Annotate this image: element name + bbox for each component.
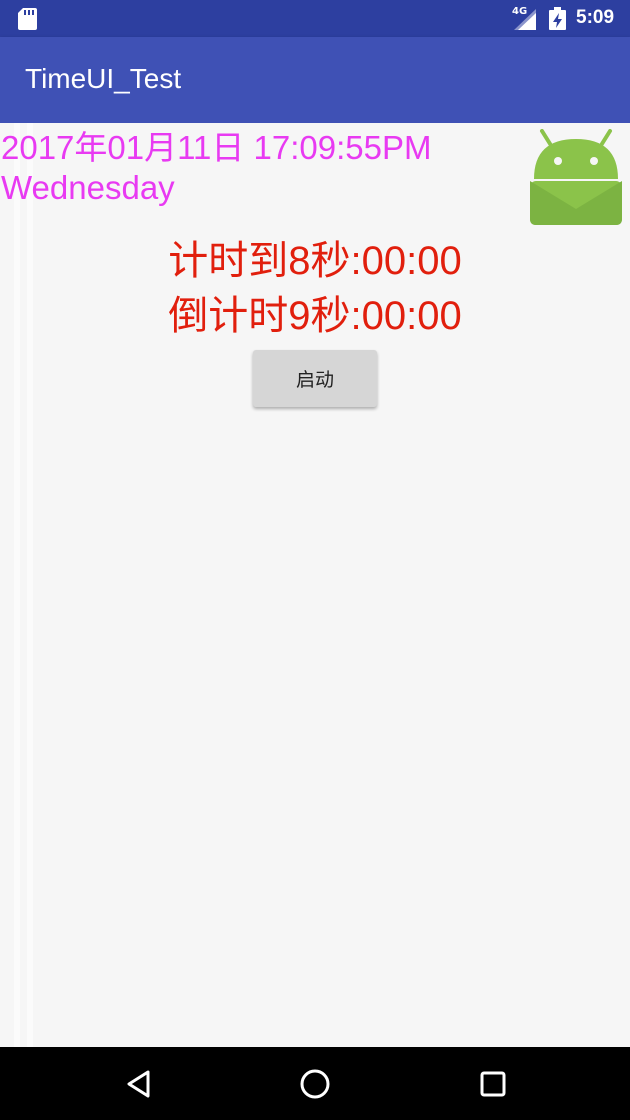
date-time-text: 2017年01月11日 17:09:55PM xyxy=(1,129,432,166)
app-title: TimeUI_Test xyxy=(25,63,182,94)
signal-icon xyxy=(514,9,536,30)
app-bar: TimeUI_Test xyxy=(0,37,630,123)
recents-icon[interactable] xyxy=(479,1070,507,1098)
home-icon[interactable] xyxy=(299,1068,331,1100)
android-robot-icon xyxy=(530,129,622,225)
count-down-timer: 倒计时9秒:00:00 xyxy=(168,294,462,338)
weekday-text: Wednesday xyxy=(1,169,175,206)
back-icon[interactable] xyxy=(124,1069,154,1099)
count-up-timer: 计时到8秒:00:00 xyxy=(168,239,462,283)
status-time: 5:09 xyxy=(576,7,615,28)
main-content: 2017年01月11日 17:09:55PM Wednesday 计时到8秒:0… xyxy=(0,123,630,1047)
navigation-bar xyxy=(0,1047,630,1120)
start-button[interactable]: 启动 xyxy=(253,350,377,407)
sd-card-icon xyxy=(18,8,37,30)
battery-charging-icon xyxy=(549,7,566,30)
status-bar: 4G 5:09 xyxy=(0,0,630,37)
